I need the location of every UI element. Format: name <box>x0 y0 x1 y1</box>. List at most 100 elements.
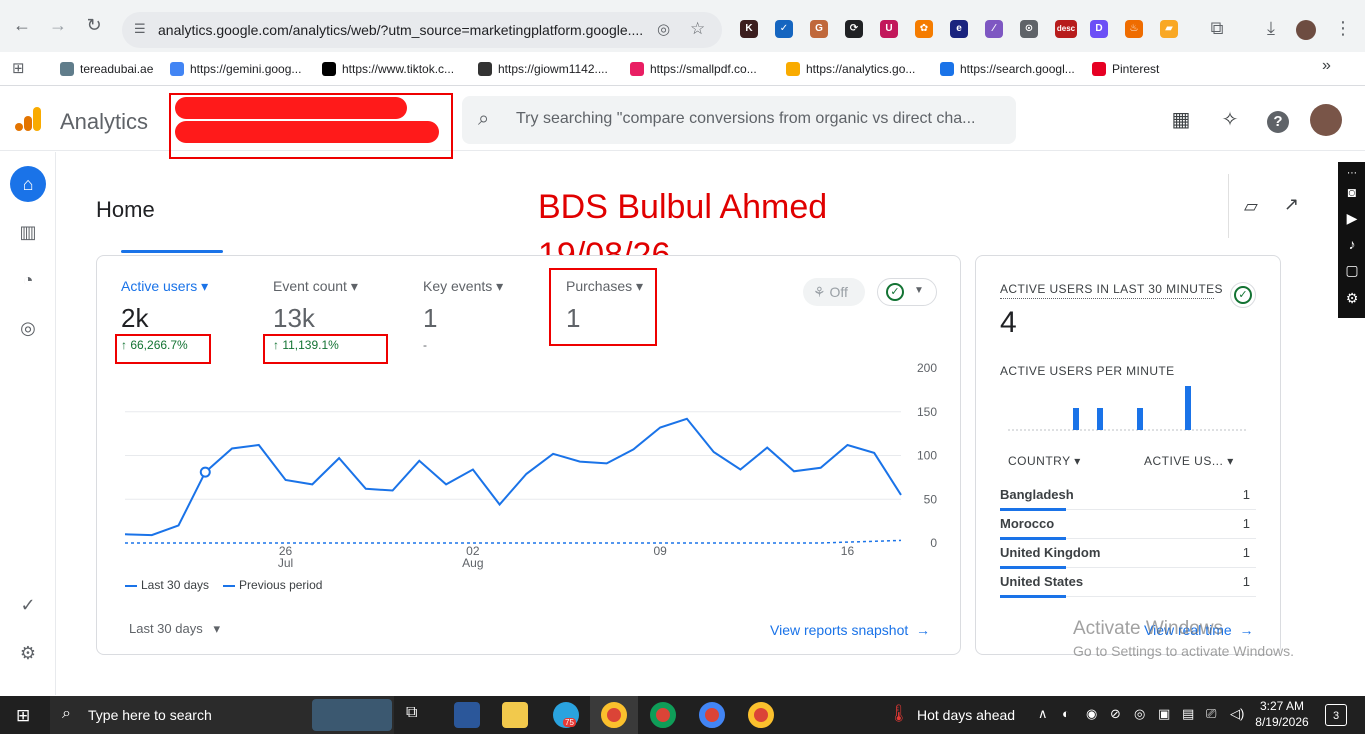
location-extension-icon[interactable]: ⊙ <box>1020 20 1038 38</box>
menu-dots-icon[interactable]: ⋮ <box>1333 18 1353 38</box>
insights-sparkline-icon[interactable]: ↗ <box>1284 194 1299 215</box>
d-extension-icon[interactable]: D <box>1090 20 1108 38</box>
metric-key-events[interactable]: Key events ▾ 1 - <box>423 278 503 352</box>
country-row[interactable]: United Kingdom 1 <box>1000 539 1256 569</box>
date-range-selector[interactable]: Last 30 days ▾ <box>129 621 220 637</box>
search-bar[interactable]: ⌕ Try searching "compare conversions fro… <box>462 96 1016 144</box>
minute-bar[interactable] <box>1073 408 1079 430</box>
apps-grid-icon[interactable]: ⊞ <box>12 59 25 77</box>
g-extension-icon[interactable]: G <box>810 20 828 38</box>
bookmark-item[interactable]: https://smallpdf.co... <box>630 60 757 78</box>
reports-icon[interactable]: ▥ <box>10 214 46 250</box>
tray-icon[interactable]: ⊘ <box>1110 706 1121 722</box>
back-icon[interactable]: ← <box>12 15 32 35</box>
forward-icon[interactable]: → <box>48 15 68 35</box>
analytics-logo-icon[interactable] <box>15 105 43 133</box>
fire-extension-icon[interactable]: ♨ <box>1125 20 1143 38</box>
video-icon[interactable]: ▶ <box>1342 208 1362 228</box>
help-icon[interactable]: ? <box>1265 107 1291 133</box>
profile-avatar[interactable] <box>1296 20 1316 40</box>
network-icon[interactable]: ⎚ <box>1206 706 1216 722</box>
chrome-app-icon[interactable] <box>601 702 627 728</box>
minute-bar[interactable] <box>1137 408 1143 430</box>
bookmark-item[interactable]: tereadubai.ae <box>60 60 153 78</box>
weather-widget[interactable]: Hot days ahead <box>917 707 1015 723</box>
country-row[interactable]: United States 1 <box>1000 568 1256 598</box>
chrome-profile-icon[interactable] <box>748 702 774 728</box>
admin-check-icon[interactable]: ✓ <box>10 587 46 623</box>
country-row[interactable]: Bangladesh 1 <box>1000 481 1256 511</box>
edit-note-icon[interactable]: ▱ <box>1244 196 1258 217</box>
minute-bar[interactable] <box>1097 408 1103 430</box>
tray-chrome-icon[interactable]: ◉ <box>1086 706 1097 722</box>
more-bookmarks-icon[interactable]: » <box>1322 57 1331 75</box>
bookmark-item[interactable]: https://gemini.goog... <box>170 60 301 78</box>
pin-icon[interactable]: ⋯ <box>1342 164 1362 184</box>
bookmark-item[interactable]: https://giowm1142.... <box>478 60 608 78</box>
bookmark-item[interactable]: https://analytics.go... <box>786 60 915 78</box>
check-extension-icon[interactable]: ✓ <box>775 20 793 38</box>
clock-time[interactable]: 3:27 AM <box>1257 699 1307 713</box>
tray-record-icon[interactable]: ◎ <box>1134 706 1145 722</box>
tray-icon[interactable]: ▣ <box>1158 706 1170 722</box>
address-bar[interactable]: ☰ analytics.google.com/analytics/web/?ut… <box>122 12 722 48</box>
eye-off-icon[interactable]: ◎ <box>657 20 670 38</box>
country-row[interactable]: Morocco 1 <box>1000 510 1256 540</box>
account-selector-redacted[interactable] <box>169 93 453 159</box>
site-info-icon[interactable]: ☰ <box>134 21 146 37</box>
tray-icon[interactable]: ▤ <box>1182 706 1194 722</box>
tag-extension-icon[interactable]: ▰ <box>1160 20 1178 38</box>
extensions-puzzle-icon[interactable]: ⧉ <box>1207 18 1227 38</box>
reload-icon[interactable]: ↻ <box>84 15 104 35</box>
chrome-profile-icon[interactable] <box>699 702 725 728</box>
explore-icon[interactable]: ◔ <box>10 262 46 298</box>
clock-date[interactable]: 8/19/2026 <box>1251 715 1313 729</box>
comparison-toggle[interactable]: ⚘ Off <box>803 278 865 306</box>
apps-grid-icon[interactable]: ▦ <box>1168 107 1194 133</box>
legend-last-30-days[interactable]: Last 30 days <box>125 578 209 592</box>
highlighted-data-point[interactable] <box>199 466 211 478</box>
u-extension-icon[interactable]: U <box>880 20 898 38</box>
download-icon[interactable]: ⤓ <box>1261 18 1281 38</box>
taskbar-search[interactable]: ⌕ Type here to search <box>50 696 394 734</box>
sd-extension-icon[interactable]: ✿ <box>915 20 933 38</box>
legend-previous-period[interactable]: Previous period <box>223 578 322 592</box>
account-avatar[interactable] <box>1310 104 1342 136</box>
column-header-users[interactable]: ACTIVE US... ▾ <box>1144 454 1234 468</box>
camera-icon[interactable]: ◙ <box>1342 182 1362 202</box>
insights-search-icon[interactable]: ✧ <box>1217 107 1243 133</box>
country-users: 1 <box>1242 487 1250 502</box>
file-explorer-icon[interactable] <box>502 702 528 728</box>
bookmark-label: Pinterest <box>1112 62 1160 76</box>
view-reports-snapshot-link[interactable]: View reports snapshot → <box>770 622 930 638</box>
settings-gear-icon[interactable]: ⚙ <box>10 635 46 671</box>
k-extension-icon[interactable]: K <box>740 20 758 38</box>
chrome-profile-icon[interactable] <box>650 702 676 728</box>
telegram-app-icon[interactable]: 75 <box>553 702 579 728</box>
bookmark-item[interactable]: Pinterest <box>1092 60 1159 78</box>
active-tab-indicator <box>121 250 223 253</box>
tray-icon[interactable]: ◐ <box>1062 706 1070 721</box>
data-quality-dropdown[interactable]: ✓ ▼ <box>877 278 937 306</box>
feather-extension-icon[interactable]: ∕ <box>985 20 1003 38</box>
bookmark-item[interactable]: https://search.googl... <box>940 60 1075 78</box>
desc-extension-icon[interactable]: desc <box>1055 20 1077 38</box>
realtime-status-button[interactable]: ✓ <box>1230 282 1256 308</box>
column-header-country[interactable]: COUNTRY ▾ <box>1008 454 1081 468</box>
home-icon[interactable]: ⌂ <box>10 166 46 202</box>
bookmark-star-icon[interactable]: ☆ <box>690 19 705 39</box>
bookmark-item[interactable]: https://www.tiktok.c... <box>322 60 454 78</box>
windows-start-icon[interactable]: ⊞ <box>16 706 30 726</box>
word-app-icon[interactable] <box>454 702 480 728</box>
task-view-icon[interactable]: ⧉ <box>406 704 417 722</box>
sync-extension-icon[interactable]: ⟳ <box>845 20 863 38</box>
advertising-icon[interactable]: ◎ <box>10 310 46 346</box>
settings-gear-icon[interactable]: ⚙ <box>1342 288 1362 308</box>
show-hidden-icons-chevron[interactable]: ∧ <box>1038 706 1048 722</box>
window-icon[interactable]: ▢ <box>1342 260 1362 280</box>
microphone-icon[interactable]: ♪ <box>1342 234 1362 254</box>
volume-icon[interactable]: ◁) <box>1230 706 1244 722</box>
e-extension-icon[interactable]: e <box>950 20 968 38</box>
notification-center-icon[interactable]: 3 <box>1325 704 1347 726</box>
minute-bar[interactable] <box>1185 386 1191 430</box>
